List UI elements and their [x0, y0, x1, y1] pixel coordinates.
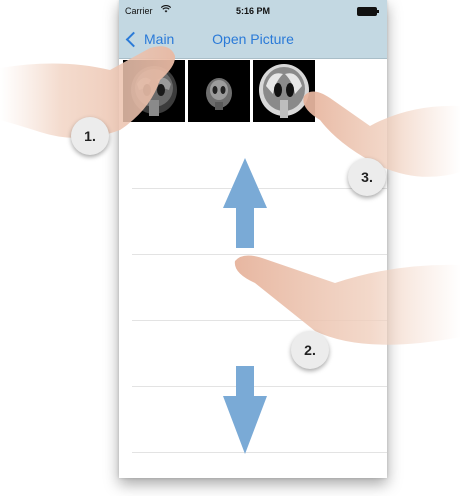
- step-badge-1: 1.: [71, 117, 109, 155]
- step-badge-3: 3.: [348, 158, 386, 196]
- arrow-down-icon: [223, 366, 267, 454]
- finger-swipe-2: [234, 255, 461, 345]
- status-time: 5:16 PM: [235, 6, 270, 16]
- step-badge-2: 2.: [291, 331, 329, 369]
- picture-thumbnail-2[interactable]: [188, 60, 250, 122]
- battery-icon: [357, 7, 379, 16]
- arrow-up-icon: [223, 158, 267, 248]
- status-bar: Carrier 5:16 PM: [119, 0, 387, 22]
